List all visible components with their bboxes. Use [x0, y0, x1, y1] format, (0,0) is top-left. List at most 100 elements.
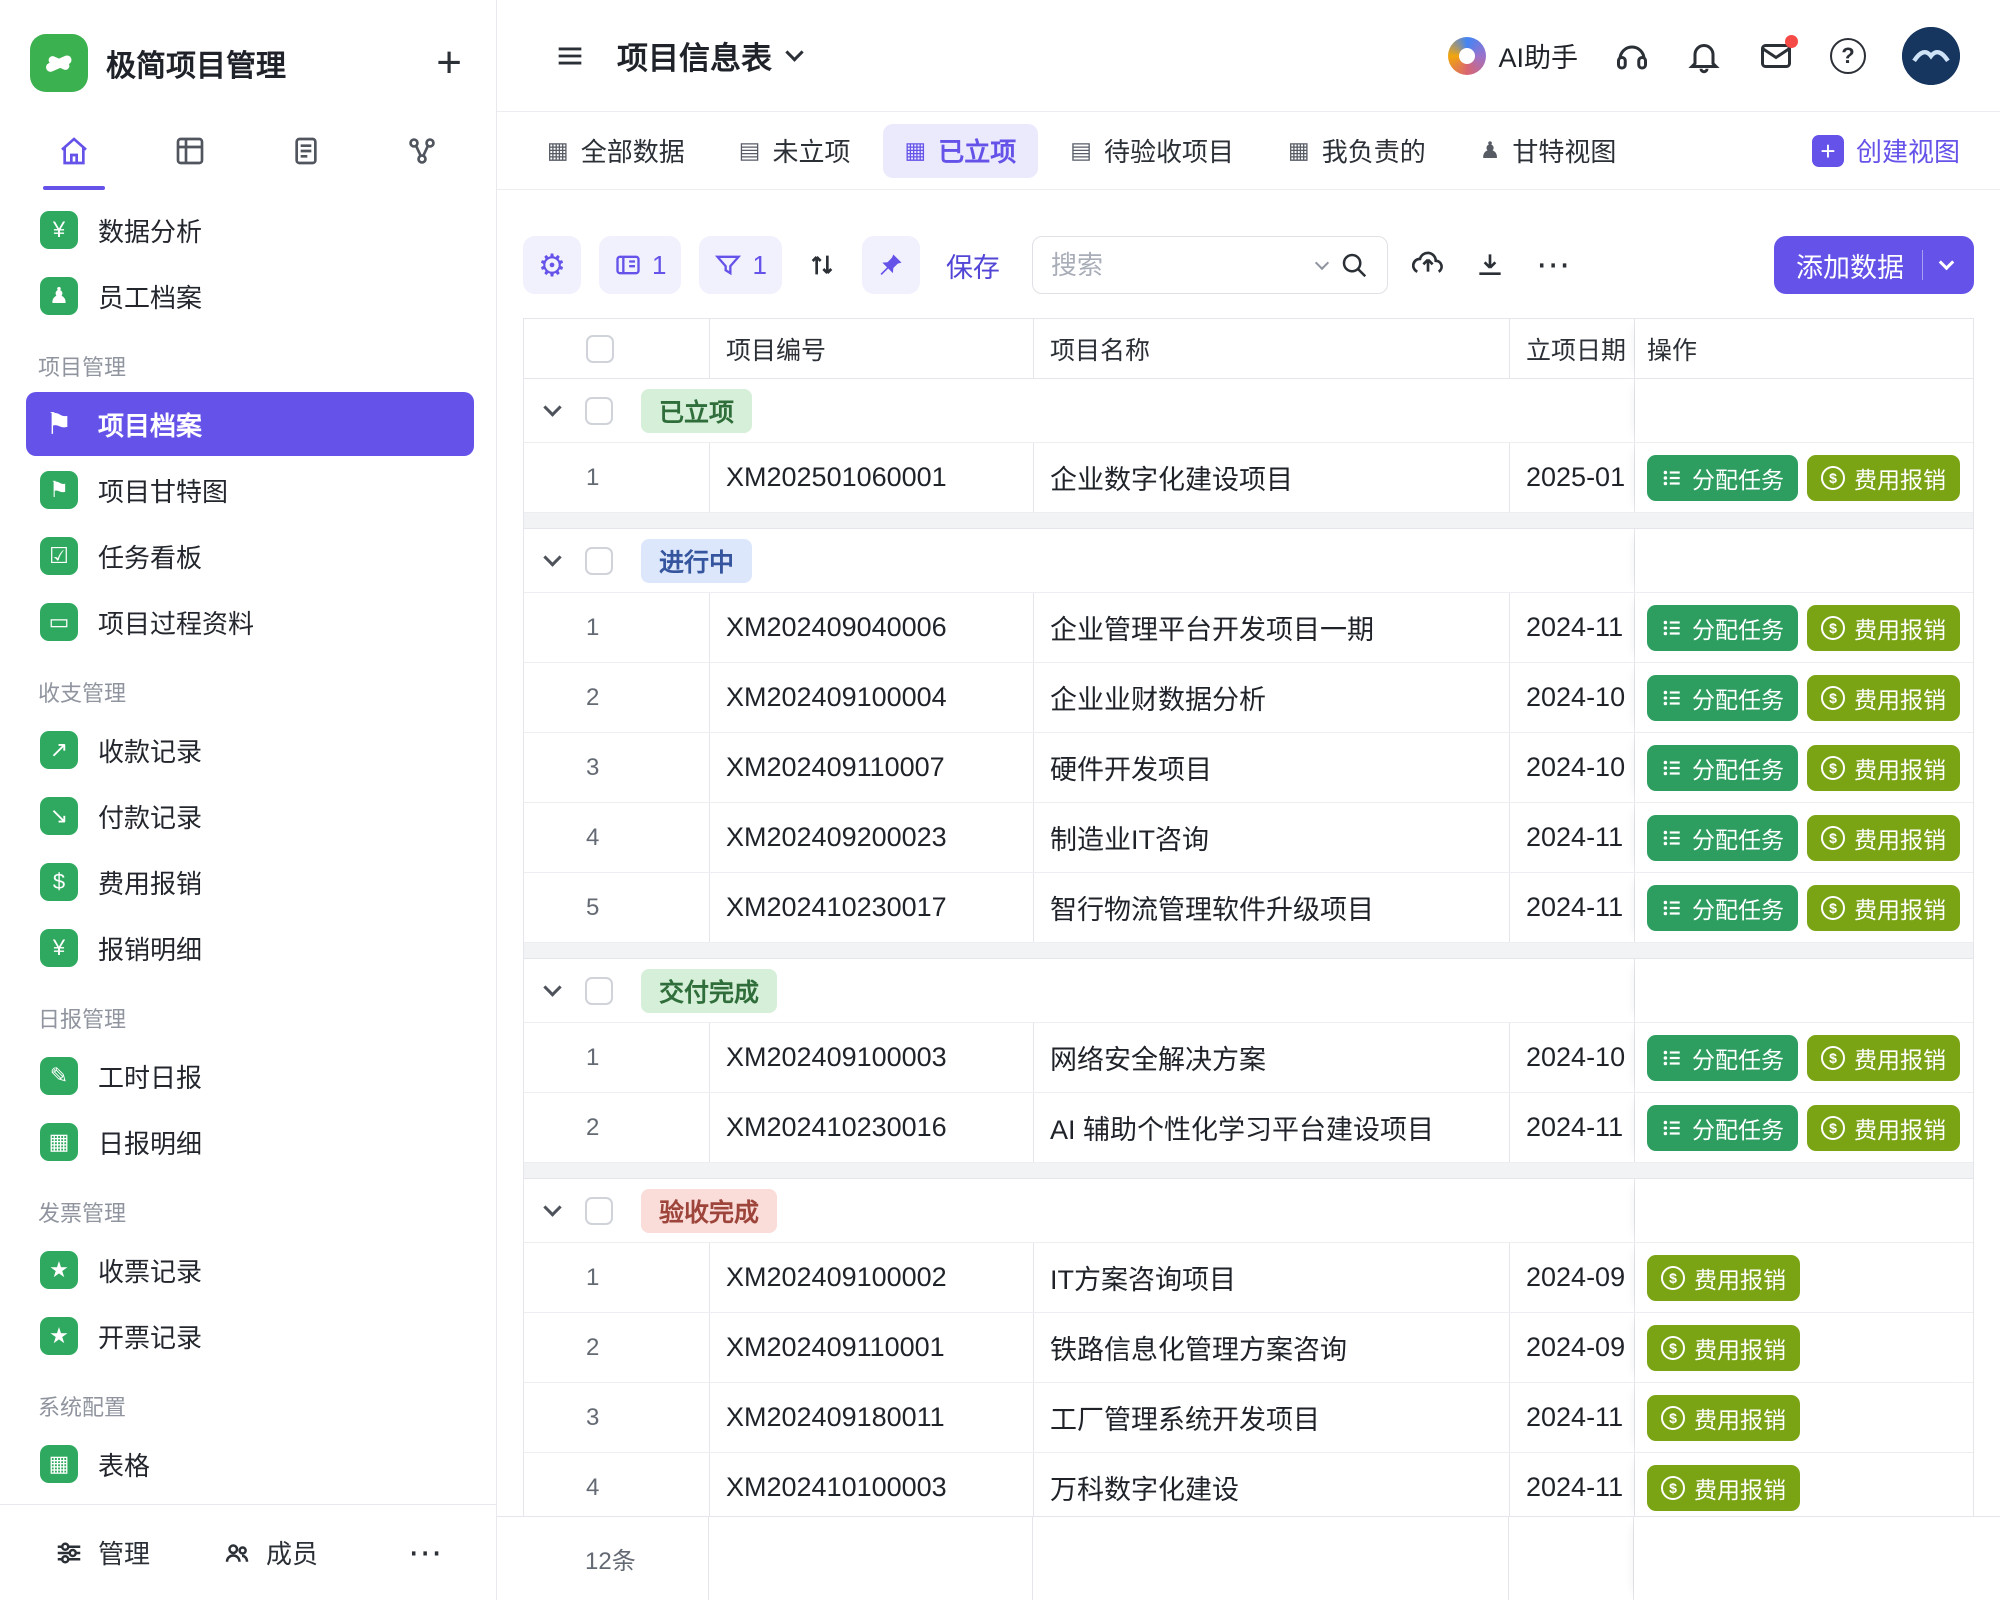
- sidebar-item[interactable]: ✎ 工时日报: [26, 1044, 474, 1108]
- collapse-chevron-icon[interactable]: [543, 398, 561, 416]
- assign-task-button[interactable]: 分配任务: [1647, 1105, 1798, 1151]
- expense-report-button[interactable]: $ 费用报销: [1807, 605, 1960, 651]
- field-config-button[interactable]: 1: [599, 236, 681, 294]
- sidebar-item[interactable]: ▭ 项目过程资料: [26, 590, 474, 654]
- table-row[interactable]: 1 XM202409100002 IT方案咨询项目 2024-09 分配任务: [524, 1243, 1973, 1313]
- table-row[interactable]: 4 XM202409200023 制造业IT咨询 2024-11 分配任务: [524, 803, 1973, 873]
- collapse-chevron-icon[interactable]: [543, 1198, 561, 1216]
- expense-report-button[interactable]: $ 费用报销: [1647, 1465, 1800, 1511]
- group-checkbox[interactable]: [585, 397, 613, 425]
- expense-report-button[interactable]: $ 费用报销: [1647, 1395, 1800, 1441]
- sidebar-item[interactable]: ♟ 员工档案: [26, 264, 474, 328]
- assign-task-button[interactable]: 分配任务: [1647, 675, 1798, 721]
- help-icon[interactable]: ?: [1830, 38, 1866, 74]
- view-tab[interactable]: ▤ 待验收项目: [1048, 124, 1256, 178]
- sidebar-header: 极简项目管理 +: [0, 0, 496, 112]
- hamburger-menu-icon[interactable]: [553, 39, 587, 73]
- table-row[interactable]: 1 XM202409100003 网络安全解决方案 2024-10 分配任务: [524, 1023, 1973, 1093]
- assign-task-button[interactable]: 分配任务: [1647, 605, 1798, 651]
- sidebar-item[interactable]: ▦ 表格: [26, 1432, 474, 1496]
- search-input[interactable]: [1051, 250, 1305, 281]
- project-id: XM202409200023: [710, 803, 1034, 872]
- row-operations: 分配任务 $ 费用报销: [1635, 803, 1973, 872]
- assign-task-button[interactable]: 分配任务: [1647, 1035, 1798, 1081]
- collapse-chevron-icon[interactable]: [543, 978, 561, 996]
- assign-task-button[interactable]: 分配任务: [1647, 815, 1798, 861]
- assign-task-label: 分配任务: [1692, 1041, 1784, 1075]
- group-empty-ops-cell: [1635, 529, 1973, 592]
- group-checkbox[interactable]: [585, 1197, 613, 1225]
- table-row[interactable]: 3 XM202409110007 硬件开发项目 2024-10 分配任务: [524, 733, 1973, 803]
- view-tab[interactable]: ▦ 已立项: [883, 124, 1039, 178]
- ai-assistant-button[interactable]: AI助手: [1448, 36, 1578, 75]
- select-all-checkbox[interactable]: [586, 335, 614, 363]
- view-tab[interactable]: ▤ 未立项: [717, 124, 873, 178]
- search-icon[interactable]: [1339, 250, 1369, 280]
- view-tab[interactable]: ▦ 全部数据: [525, 124, 707, 178]
- expense-report-button[interactable]: $ 费用报销: [1807, 1035, 1960, 1081]
- settings-button[interactable]: ⚙: [523, 236, 581, 294]
- table-row[interactable]: 2 XM202409110001 铁路信息化管理方案咨询 2024-09 分配任…: [524, 1313, 1973, 1383]
- table-row[interactable]: 5 XM202410230017 智行物流管理软件升级项目 2024-11 分配…: [524, 873, 1973, 943]
- sidebar-item[interactable]: $ 费用报销: [26, 850, 474, 914]
- sidebar-item[interactable]: ☑ 任务看板: [26, 524, 474, 588]
- sidebar-item[interactable]: ↗ 收款记录: [26, 718, 474, 782]
- assign-task-button[interactable]: 分配任务: [1647, 745, 1798, 791]
- user-avatar[interactable]: [1902, 27, 1960, 85]
- sidebar-item[interactable]: ★ 收票记录: [26, 1238, 474, 1302]
- inbox-mail-icon[interactable]: [1758, 38, 1794, 74]
- create-view-button[interactable]: + 创建视图: [1812, 132, 1972, 169]
- toolbar-more-button[interactable]: ⋯: [1530, 236, 1578, 294]
- view-tab[interactable]: ♟ 甘特视图: [1458, 124, 1639, 178]
- manage-button[interactable]: 管理: [54, 1534, 150, 1571]
- sidebar-item[interactable]: ▦ 日报明细: [26, 1110, 474, 1174]
- sidebar-item[interactable]: ★ 开票记录: [26, 1304, 474, 1368]
- members-button[interactable]: 成员: [222, 1534, 318, 1571]
- save-button[interactable]: 保存: [938, 246, 1008, 285]
- unread-badge: [1785, 35, 1798, 48]
- expense-report-button[interactable]: $ 费用报销: [1807, 1105, 1960, 1151]
- pin-button[interactable]: [862, 236, 920, 294]
- expense-report-button[interactable]: $ 费用报销: [1807, 745, 1960, 791]
- assign-task-button[interactable]: 分配任务: [1647, 885, 1798, 931]
- headset-icon[interactable]: [1614, 38, 1650, 74]
- sidebar-item[interactable]: ⚑ 项目档案: [26, 392, 474, 456]
- table-row[interactable]: 2 XM202410230016 AI 辅助个性化学习平台建设项目 2024-1…: [524, 1093, 1973, 1163]
- home-tab-icon[interactable]: [26, 112, 122, 190]
- table-row[interactable]: 4 XM202410100003 万科数字化建设 2024-11 分配任务: [524, 1453, 1973, 1523]
- grid-tab-icon[interactable]: [142, 112, 238, 190]
- group-checkbox[interactable]: [585, 547, 613, 575]
- collapse-chevron-icon[interactable]: [543, 548, 561, 566]
- notification-bell-icon[interactable]: [1686, 38, 1722, 74]
- expense-report-button[interactable]: $ 费用报销: [1807, 675, 1960, 721]
- add-app-button[interactable]: +: [436, 41, 462, 85]
- sidebar-more-button[interactable]: ⋯: [408, 1533, 442, 1573]
- sidebar-item[interactable]: ⚑ 项目甘特图: [26, 458, 474, 522]
- sidebar-item[interactable]: ¥ 报销明细: [26, 916, 474, 980]
- table-row[interactable]: 2 XM202409100004 企业业财数据分析 2024-10 分配任务: [524, 663, 1973, 733]
- add-data-button[interactable]: 添加数据: [1774, 236, 1974, 294]
- table-row[interactable]: 1 XM202409040006 企业管理平台开发项目一期 2024-11 分配…: [524, 593, 1973, 663]
- table-row[interactable]: 3 XM202409180011 工厂管理系统开发项目 2024-11 分配任务: [524, 1383, 1973, 1453]
- workflow-tab-icon[interactable]: [374, 112, 470, 190]
- view-tab[interactable]: ▦ 我负责的: [1266, 124, 1448, 178]
- expense-report-button[interactable]: $ 费用报销: [1807, 885, 1960, 931]
- group-checkbox[interactable]: [585, 977, 613, 1005]
- download-button[interactable]: [1468, 236, 1512, 294]
- upload-button[interactable]: [1406, 236, 1450, 294]
- assign-task-button[interactable]: 分配任务: [1647, 455, 1798, 501]
- sidebar-item[interactable]: ¥ 数据分析: [26, 198, 474, 262]
- assign-task-label: 分配任务: [1692, 461, 1784, 495]
- page-title-dropdown[interactable]: 项目信息表: [617, 33, 801, 78]
- expense-report-button[interactable]: $ 费用报销: [1807, 815, 1960, 861]
- document-tab-icon[interactable]: [258, 112, 354, 190]
- sidebar-item[interactable]: ↘ 付款记录: [26, 784, 474, 848]
- table-row[interactable]: 1 XM202501060001 企业数字化建设项目 2025-01 分配任务: [524, 443, 1973, 513]
- expense-report-button[interactable]: $ 费用报销: [1647, 1255, 1800, 1301]
- expense-report-button[interactable]: $ 费用报销: [1647, 1325, 1800, 1371]
- expense-report-button[interactable]: $ 费用报销: [1807, 455, 1960, 501]
- filter-button[interactable]: 1: [699, 236, 781, 294]
- row-operations: 分配任务 $ 费用报销: [1635, 733, 1973, 802]
- sort-button[interactable]: [800, 236, 844, 294]
- search-scope-chevron-icon[interactable]: [1315, 256, 1329, 270]
